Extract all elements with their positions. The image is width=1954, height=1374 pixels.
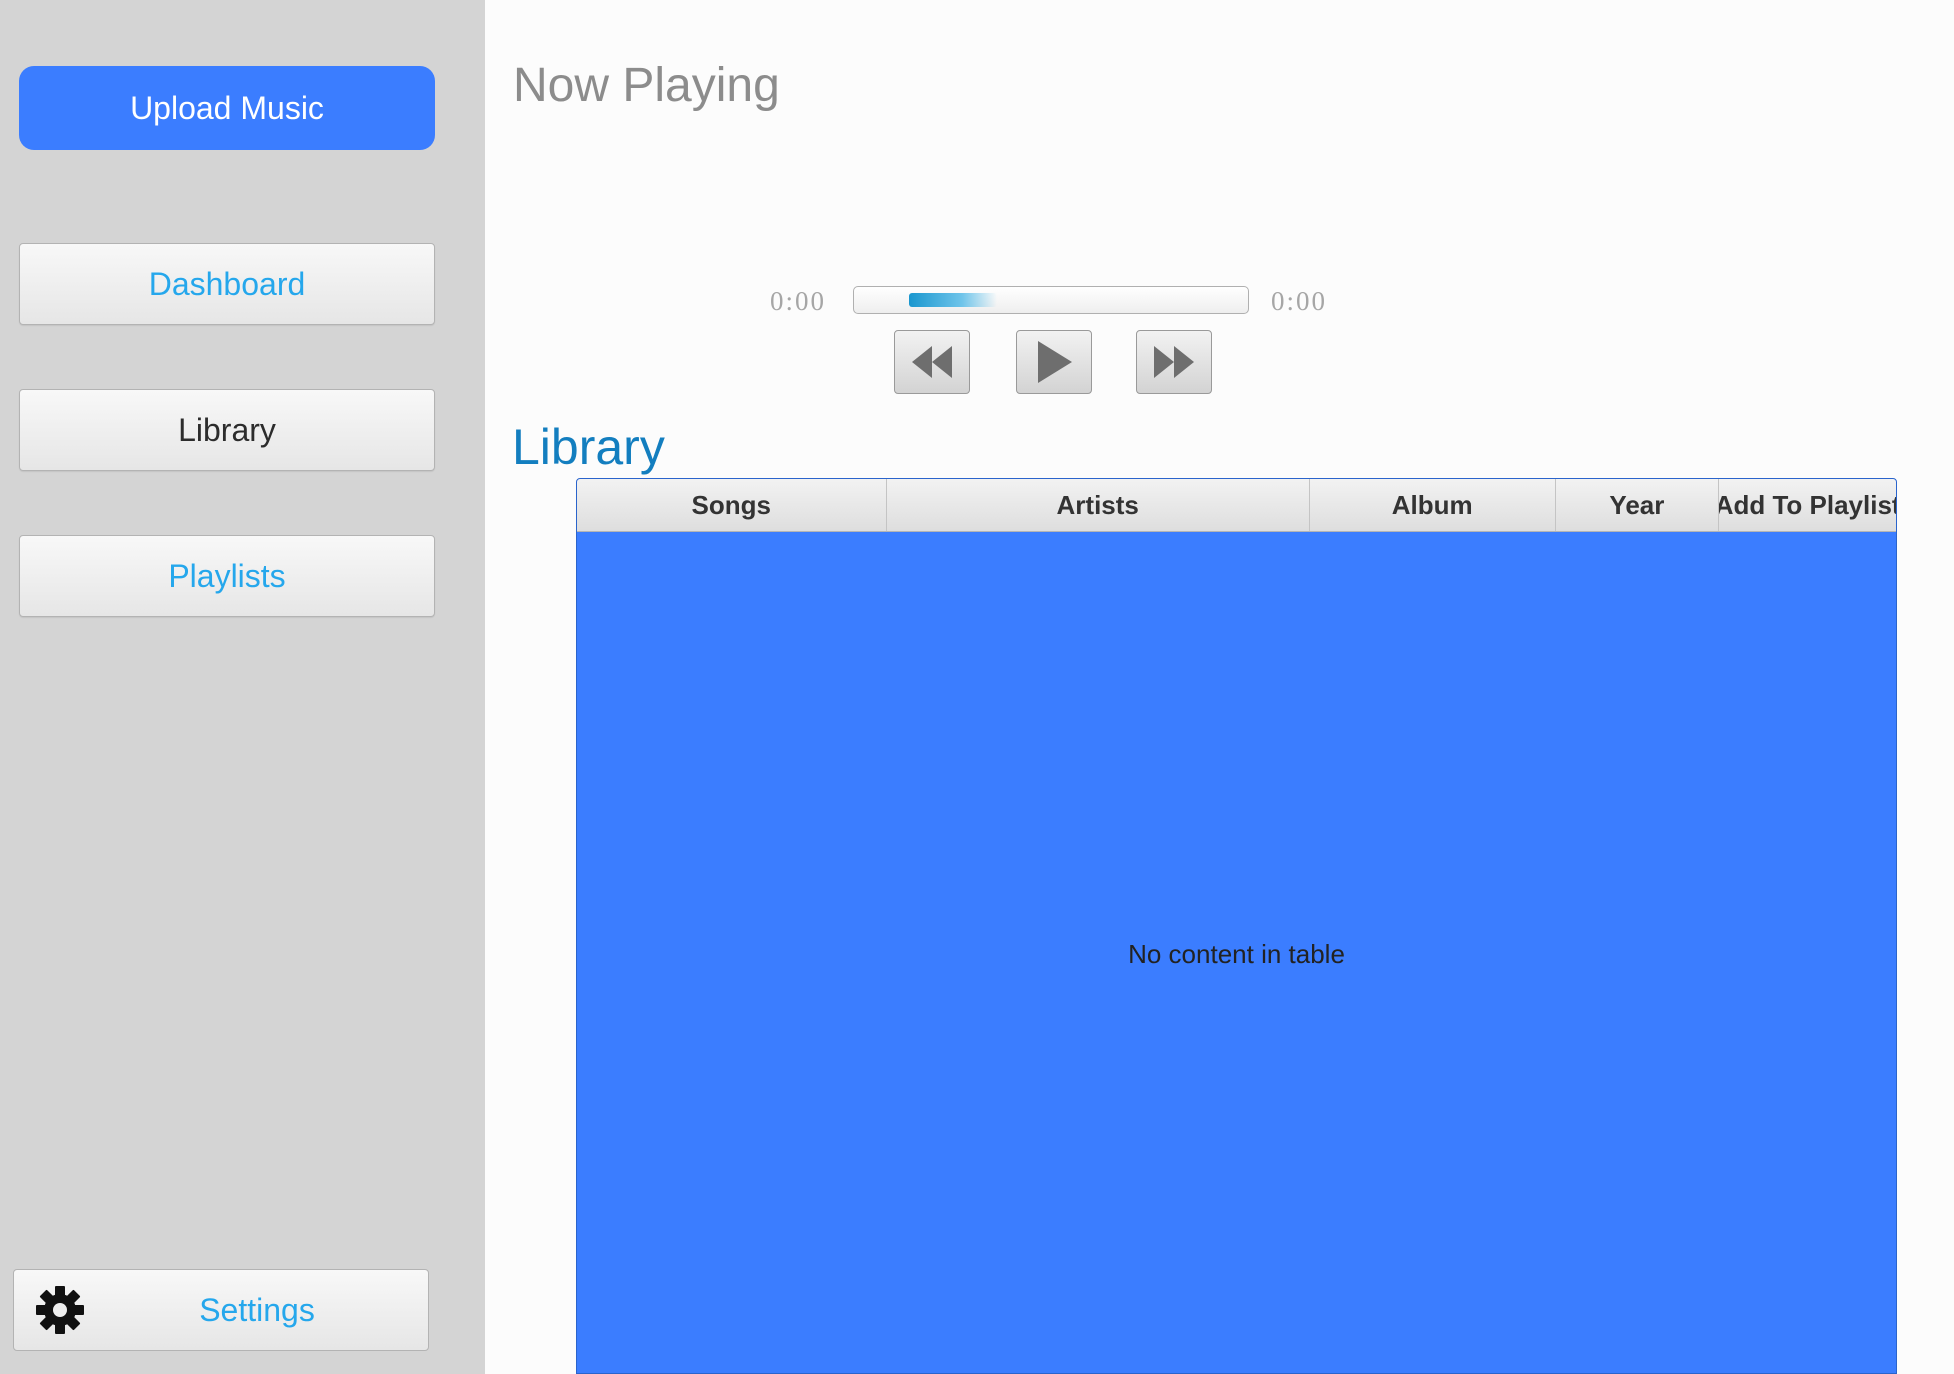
sidebar-item-dashboard[interactable]: Dashboard	[19, 243, 435, 325]
fast-forward-icon	[1154, 346, 1194, 378]
next-button[interactable]	[1136, 330, 1212, 394]
column-header-year[interactable]: Year	[1556, 479, 1720, 531]
table-header: Songs Artists Album Year Add To Playlist	[577, 479, 1896, 532]
play-button[interactable]	[1016, 330, 1092, 394]
settings-button[interactable]: Settings	[13, 1269, 429, 1351]
column-header-album[interactable]: Album	[1310, 479, 1556, 531]
total-time: 0:00	[1271, 286, 1328, 316]
sidebar-item-label: Dashboard	[148, 265, 306, 302]
app-window: Upload Music Dashboard Library Playlists	[0, 0, 1954, 1374]
gear-icon	[36, 1286, 84, 1334]
previous-button[interactable]	[894, 330, 970, 394]
sidebar-item-label: Playlists	[168, 557, 286, 594]
sidebar-item-library[interactable]: Library	[19, 389, 435, 471]
playback-progress-bar[interactable]	[853, 286, 1249, 314]
column-header-songs[interactable]: Songs	[577, 479, 887, 531]
sidebar-item-label: Library	[178, 411, 276, 448]
column-header-add-to-playlist[interactable]: Add To Playlist	[1719, 479, 1896, 531]
settings-label: Settings	[199, 1291, 315, 1328]
play-icon	[1038, 341, 1072, 383]
rewind-icon	[912, 346, 952, 378]
now-playing-title: Now Playing	[513, 59, 780, 112]
empty-table-message: No content in table	[1128, 939, 1345, 969]
column-header-artists[interactable]: Artists	[887, 479, 1310, 531]
elapsed-time: 0:00	[770, 286, 827, 316]
progress-indicator	[909, 293, 997, 307]
library-table: Songs Artists Album Year Add To Playlist…	[576, 478, 1897, 1374]
upload-music-button[interactable]: Upload Music	[19, 66, 435, 150]
library-title: Library	[512, 419, 665, 475]
sidebar-item-playlists[interactable]: Playlists	[19, 535, 435, 617]
sidebar: Upload Music Dashboard Library Playlists	[0, 0, 485, 1374]
